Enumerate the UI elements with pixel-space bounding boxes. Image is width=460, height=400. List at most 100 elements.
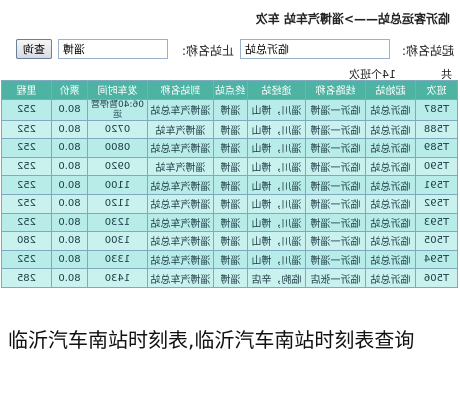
table-cell: 淄博汽车总站	[147, 194, 214, 214]
table-cell: 80.0	[51, 268, 88, 288]
table-cell: 06:40暂停营运	[87, 99, 148, 121]
table-cell: 淄博汽车总站	[147, 213, 214, 232]
table-cell: 临沂一淄博	[305, 175, 366, 195]
table-row[interactable]: T591 临沂总站 临沂一淄博 淄川，博山 淄博 淄博汽车总站 1100 80.0 252	[1, 175, 458, 195]
table-row[interactable]: T592 临沂总站 临沂一淄博 淄川，博山 淄博 淄博汽车总站 1120 80.0 252	[1, 194, 458, 214]
table-cell: 1300	[87, 231, 148, 251]
table-cell: 淄博	[213, 120, 248, 139]
table-cell: 1330	[87, 250, 148, 269]
to-label: 止站名称:	[181, 44, 234, 58]
table-cell: 淄川，博山	[247, 138, 306, 158]
column-header: 里程	[1, 80, 52, 100]
table-cell: T588	[415, 120, 458, 139]
table-cell: 淄博	[213, 231, 248, 251]
table-cell: 淄博汽车总站	[147, 138, 214, 158]
from-station-input[interactable]	[240, 39, 390, 59]
table-row[interactable]: T590 临沂总站 临沂一淄博 淄川，博山 淄博 淄博汽车站 0920 80.0 252	[1, 157, 458, 176]
table-cell: 淄博汽车总站	[147, 99, 214, 121]
table-cell: 临沂一淄博	[305, 157, 366, 176]
table-cell: T506	[415, 268, 458, 288]
table-cell: 临沂一淄博	[305, 250, 366, 269]
table-cell: 淄博	[213, 268, 248, 288]
table-cell: 淄川，博山	[247, 120, 306, 139]
column-header: 终点站	[213, 80, 248, 100]
result-count: 共 14个班次	[0, 64, 460, 81]
table-cell: 临沂一淄博	[305, 213, 366, 232]
table-row[interactable]: T594 临沂总站 临沂一淄博 淄川，博山 淄博 淄博汽车总站 1330 80.0 252	[1, 250, 458, 269]
table-cell: 80.0	[51, 250, 88, 269]
table-cell: 淄博	[213, 99, 248, 121]
column-header: 发车时间	[87, 80, 148, 100]
table-cell: 252	[1, 138, 52, 158]
table-cell: 淄川，博山	[247, 250, 306, 269]
table-body: T587 临沂总站 临沂一淄博 淄川，博山 淄博 淄博汽车总站 06:40暂停营运 80.0 2…	[1, 99, 458, 288]
table-row[interactable]: T589 临沂总站 临沂一淄博 淄川，博山 淄博 淄博汽车总站 0800 80.0 252	[1, 138, 458, 158]
table-cell: 252	[1, 194, 52, 214]
table-cell: 252	[1, 175, 52, 195]
table-cell: 0920	[87, 157, 148, 176]
table-cell: 临沂总站	[365, 175, 416, 195]
table-cell: 淄博汽车总站	[147, 268, 214, 288]
table-cell: 1100	[87, 175, 148, 195]
table-row[interactable]: T505 临沂总站 临沂一淄博 淄川，博山 淄博 淄博汽车总站 1300 80.0 280	[1, 231, 458, 251]
query-button[interactable]: 查询	[16, 39, 52, 59]
table-cell: 临沂一淄博	[305, 231, 366, 251]
table-cell: 淄博	[213, 213, 248, 232]
table-cell: T590	[415, 157, 458, 176]
table-cell: 临沂一张店	[305, 268, 366, 288]
table-cell: T589	[415, 138, 458, 158]
table-cell: 淄博汽车总站	[147, 250, 214, 269]
caption-overlay: 临沂汽车南站时刻表,临沂汽车南站时刻表查询	[8, 328, 415, 352]
table-cell: 淄川，博山	[247, 99, 306, 121]
table-cell: 临沂总站	[365, 138, 416, 158]
page-header: 临沂客运总站——>淄博汽车站 车次	[0, 6, 460, 28]
table-cell: 临沂总站	[365, 194, 416, 214]
table-cell: 淄川，博山	[247, 231, 306, 251]
search-bar: 起站名称: 止站名称: 查询	[0, 36, 460, 62]
table-cell: T593	[415, 213, 458, 232]
table-row[interactable]: T587 临沂总站 临沂一淄博 淄川，博山 淄博 淄博汽车总站 06:40暂停营运 80.0 2…	[1, 99, 458, 121]
table-cell: T592	[415, 194, 458, 214]
table-cell: 临沂一淄博	[305, 138, 366, 158]
table-cell: 0800	[87, 138, 148, 158]
table-cell: 淄川，博山	[247, 175, 306, 195]
table-row[interactable]: T593 临沂总站 临沂一淄博 淄川，博山 淄博 淄博汽车总站 1230 80.0 252	[1, 213, 458, 232]
column-header: 票价	[51, 80, 88, 100]
table-cell: 252	[1, 99, 52, 121]
table-cell: T587	[415, 99, 458, 121]
schedule-table: 班次 起始站 线路名称 途经站 终点站 到站名称 发车时间 票价 里程 T587 临沂总站 临沂一淄…	[1, 80, 458, 288]
table-cell: 80.0	[51, 157, 88, 176]
table-cell: 80.0	[51, 213, 88, 232]
to-station-input[interactable]	[58, 39, 168, 59]
table-cell: 淄博汽车站	[147, 120, 214, 139]
table-cell: 252	[1, 120, 52, 139]
table-cell: 1230	[87, 213, 148, 232]
table-cell: T594	[415, 250, 458, 269]
table-cell: 淄博	[213, 250, 248, 269]
table-cell: 0720	[87, 120, 148, 139]
table-cell: 淄川，博山	[247, 157, 306, 176]
table-cell: 临沂总站	[365, 213, 416, 232]
table-cell: 1120	[87, 194, 148, 214]
table-row[interactable]: T588 临沂总站 临沂一淄博 淄川，博山 淄博 淄博汽车站 0720 80.0 252	[1, 120, 458, 139]
column-header: 起始站	[365, 80, 416, 100]
table-cell: 80.0	[51, 194, 88, 214]
table-cell: 280	[1, 231, 52, 251]
column-header: 线路名称	[305, 80, 366, 100]
table-cell: 80.0	[51, 99, 88, 121]
table-cell: 淄博汽车站	[147, 157, 214, 176]
table-cell: 淄博	[213, 194, 248, 214]
table-cell: 临沂一淄博	[305, 194, 366, 214]
column-header: 班次	[415, 80, 458, 100]
table-row[interactable]: T506 临沂总站 临沂一张店 临朐，辛店 淄博 淄博汽车总站 1430 80.0 285	[1, 268, 458, 288]
table-cell: T591	[415, 175, 458, 195]
table-cell: 80.0	[51, 175, 88, 195]
table-cell: 临沂总站	[365, 157, 416, 176]
table-cell: 临沂总站	[365, 231, 416, 251]
table-cell: 淄博汽车总站	[147, 231, 214, 251]
page-title: 临沂客运总站——>淄博汽车站 车次	[255, 12, 450, 26]
table-cell: 252	[1, 157, 52, 176]
table-cell: 淄博	[213, 157, 248, 176]
table-cell: 临沂一淄博	[305, 99, 366, 121]
from-label: 起站名称:	[401, 44, 454, 58]
